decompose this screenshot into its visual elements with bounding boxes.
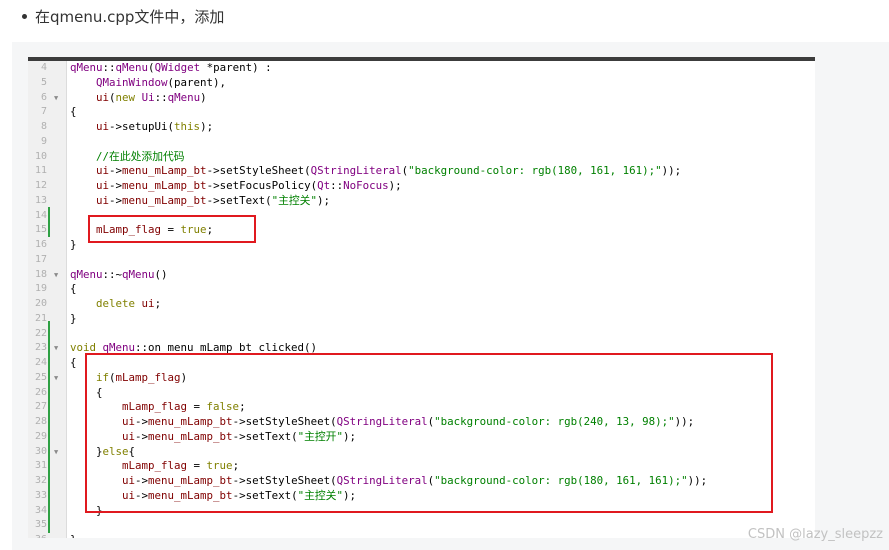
line-number: 10 xyxy=(34,150,47,162)
fold-arrow-icon[interactable]: ▼ xyxy=(54,91,58,106)
line-number: 34 xyxy=(34,504,47,516)
code-line: 35 xyxy=(28,518,815,533)
line-number: 28 xyxy=(34,416,47,427)
highlight-box-flag-init xyxy=(88,215,256,243)
code-text: { xyxy=(70,282,77,296)
code-editor-screenshot: 4 qMenu::qMenu(QWidget *parent) :5 QMainW… xyxy=(28,57,815,538)
line-number: 31 xyxy=(34,460,47,472)
line-number: 8 xyxy=(40,121,47,132)
code-text: qMenu::qMenu(QWidget *parent) : xyxy=(70,61,272,74)
code-text: } xyxy=(70,533,77,538)
code-line: 7{ xyxy=(28,105,815,120)
code-text: QMainWindow(parent), xyxy=(96,75,227,89)
code-text: ui->menu_mLamp_bt->setStyleSheet(QString… xyxy=(96,164,682,178)
line-number: 33 xyxy=(34,489,47,501)
line-number: 27 xyxy=(34,401,47,413)
line-number: 36 xyxy=(28,533,47,538)
line-number: 22 xyxy=(34,327,47,339)
code-text: { xyxy=(70,356,77,369)
code-line: 19 { xyxy=(28,282,815,297)
bullet-dot-icon xyxy=(22,13,27,19)
line-number: 7 xyxy=(40,106,47,118)
fold-arrow-icon[interactable]: ▼ xyxy=(54,371,58,386)
code-text: } xyxy=(70,238,77,251)
line-number: 12 xyxy=(34,180,47,191)
line-number: 23 xyxy=(34,342,47,354)
line-number: 18 xyxy=(34,268,47,280)
line-number: 21 xyxy=(34,312,47,324)
line-number: 26 xyxy=(34,386,47,398)
line-number: 32 xyxy=(34,475,47,486)
line-number: 6 xyxy=(40,91,47,103)
intro-text: 在qmenu.cpp文件中，添加 xyxy=(35,7,225,26)
line-number: 11 xyxy=(34,165,47,177)
code-line: 13 ui->menu_mLamp_bt->setText("主控关"); xyxy=(28,194,815,209)
code-line: 22 xyxy=(28,327,815,342)
line-number: 5 xyxy=(40,76,47,88)
code-line: 21} xyxy=(28,312,815,327)
line-number: 24 xyxy=(34,357,47,368)
fold-arrow-icon[interactable]: ▼ xyxy=(54,341,58,356)
change-marker xyxy=(48,321,50,533)
intro-line: 在qmenu.cpp文件中，添加 xyxy=(22,4,224,28)
line-number: 13 xyxy=(34,194,47,206)
fold-arrow-icon[interactable]: ▼ xyxy=(54,445,58,460)
code-line: 18 ▼ qMenu::~qMenu() xyxy=(28,268,815,283)
line-number: 20 xyxy=(34,298,47,309)
line-number: 15 xyxy=(34,224,47,236)
code-text: ui->menu_mLamp_bt->setText("主控关"); xyxy=(96,193,330,207)
highlight-box-toggle-logic xyxy=(85,353,773,513)
code-text: qMenu::~qMenu() xyxy=(70,267,168,281)
change-marker xyxy=(48,207,50,237)
code-text: ui(new Ui::qMenu) xyxy=(96,90,207,104)
csdn-watermark: CSDN @lazy_sleepzz xyxy=(747,527,883,542)
code-text: { xyxy=(70,105,77,119)
code-line: 10 //在此处添加代码 xyxy=(28,150,815,165)
code-text: } xyxy=(70,311,77,325)
line-number: 17 xyxy=(34,253,47,265)
line-number: 16 xyxy=(34,239,47,250)
code-text: delete ui; xyxy=(96,297,162,310)
code-line: 17 xyxy=(28,253,815,268)
line-number: 9 xyxy=(40,135,47,147)
code-line: 36} xyxy=(28,533,815,538)
line-number: 14 xyxy=(34,209,47,221)
code-line: 4 qMenu::qMenu(QWidget *parent) : xyxy=(28,61,815,76)
code-line: 9 xyxy=(28,135,815,150)
code-text: ui->menu_mLamp_bt->setFocusPolicy(Qt::No… xyxy=(96,179,402,192)
line-number: 4 xyxy=(40,62,47,73)
code-line: 11 ui->menu_mLamp_bt->setStyleSheet(QStr… xyxy=(28,164,815,179)
code-line: 6 ▼ ui(new Ui::qMenu) xyxy=(28,91,815,106)
code-line: 12 ui->menu_mLamp_bt->setFocusPolicy(Qt:… xyxy=(28,179,815,194)
line-number: 30 xyxy=(34,445,47,457)
line-number: 35 xyxy=(34,519,47,531)
fold-arrow-icon[interactable]: ▼ xyxy=(54,268,58,283)
code-line: 20 delete ui; xyxy=(28,297,815,312)
line-number: 25 xyxy=(34,371,47,383)
code-text: //在此处添加代码 xyxy=(96,149,185,163)
code-line: 8 ui->setupUi(this); xyxy=(28,120,815,135)
line-number: 29 xyxy=(34,430,47,442)
code-line: 5 QMainWindow(parent), xyxy=(28,76,815,91)
line-number: 19 xyxy=(34,283,47,295)
code-text: ui->setupUi(this); xyxy=(96,120,214,133)
